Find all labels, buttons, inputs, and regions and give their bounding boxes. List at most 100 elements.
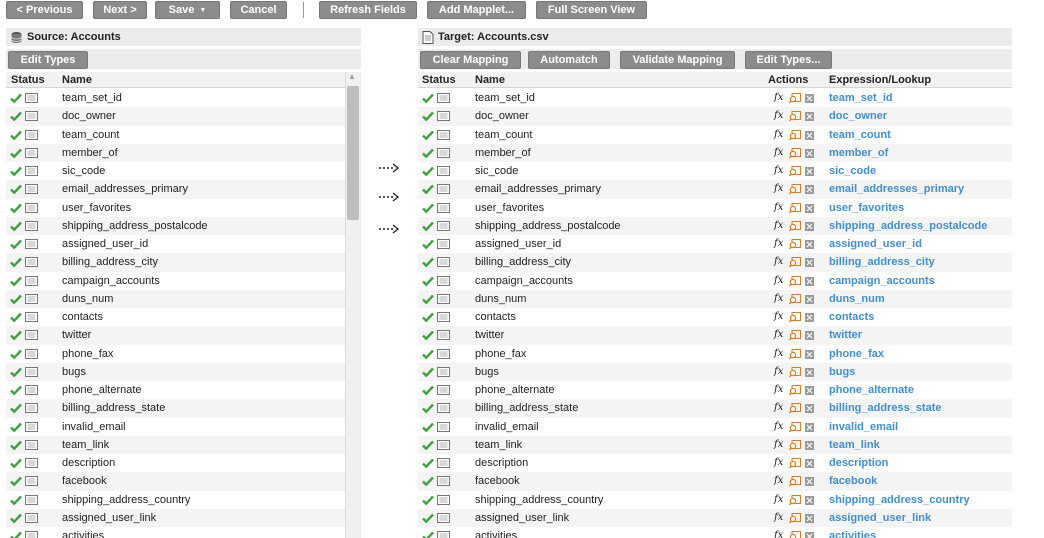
field-details-icon[interactable] — [25, 366, 38, 377]
source-field-row[interactable]: assigned_user_link — [6, 508, 345, 527]
field-details-icon[interactable] — [25, 312, 38, 322]
lookup-icon[interactable] — [789, 439, 801, 451]
field-details-icon[interactable] — [437, 421, 450, 432]
field-details-icon[interactable] — [437, 184, 450, 195]
expression-fx-icon[interactable]: fx — [774, 402, 783, 413]
field-details-icon[interactable] — [25, 476, 38, 487]
source-field-row[interactable]: phone_alternate — [6, 381, 345, 399]
lookup-icon[interactable] — [789, 494, 801, 506]
field-details-icon[interactable] — [437, 147, 450, 158]
expression-lookup-link[interactable]: user_favorites — [829, 202, 904, 214]
field-details-icon[interactable] — [25, 220, 38, 231]
field-details-icon[interactable] — [25, 257, 38, 268]
field-details-icon[interactable] — [437, 458, 450, 468]
field-details-icon[interactable] — [25, 275, 38, 286]
field-details-icon[interactable] — [25, 512, 38, 523]
target-actions-column-header[interactable]: Actions — [768, 74, 808, 86]
expression-fx-icon[interactable]: fx — [774, 92, 783, 103]
field-details-icon[interactable] — [25, 494, 38, 505]
clear-x-icon[interactable] — [805, 513, 814, 523]
clear-x-icon[interactable] — [805, 294, 814, 304]
field-details-icon[interactable] — [25, 330, 38, 341]
refresh-fields-button[interactable]: Refresh Fields — [319, 1, 417, 19]
clear-x-icon[interactable] — [805, 240, 814, 249]
source-field-row[interactable]: team_link — [6, 435, 345, 454]
field-details-icon[interactable] — [25, 184, 38, 195]
field-details-icon[interactable] — [25, 385, 38, 395]
expression-fx-icon[interactable]: fx — [774, 311, 783, 322]
field-details-icon[interactable] — [25, 111, 38, 122]
field-details-icon[interactable] — [437, 239, 450, 249]
field-details-icon[interactable] — [437, 476, 450, 487]
field-details-icon[interactable] — [437, 93, 450, 103]
source-name-column-header[interactable]: Name — [62, 74, 92, 86]
target-field-row[interactable]: billing_address_city fx billing_address_… — [418, 253, 1012, 272]
target-field-row[interactable]: phone_fax fx phone_fax — [418, 345, 1012, 363]
expression-fx-icon[interactable]: fx — [774, 384, 783, 395]
field-details-icon[interactable] — [437, 275, 450, 286]
clear-x-icon[interactable] — [805, 440, 814, 450]
target-field-row[interactable]: team_count fx team_count — [418, 126, 1012, 144]
expression-fx-icon[interactable]: fx — [774, 530, 783, 538]
clear-x-icon[interactable] — [805, 167, 814, 176]
clear-mapping-button[interactable]: Clear Mapping — [420, 51, 521, 69]
source-field-row[interactable]: twitter — [6, 326, 345, 345]
lookup-icon[interactable] — [789, 275, 801, 287]
source-field-row[interactable]: description — [6, 454, 345, 472]
field-details-icon[interactable] — [437, 257, 450, 268]
field-details-icon[interactable] — [437, 220, 450, 231]
expression-fx-icon[interactable]: fx — [774, 238, 783, 249]
target-field-row[interactable]: facebook fx facebook — [418, 472, 1012, 491]
field-details-icon[interactable] — [25, 129, 38, 140]
expression-fx-icon[interactable]: fx — [774, 183, 783, 194]
next-button[interactable]: Next > — [93, 1, 147, 19]
field-details-icon[interactable] — [437, 111, 450, 122]
clear-x-icon[interactable] — [805, 130, 814, 140]
clear-x-icon[interactable] — [805, 331, 814, 341]
source-field-row[interactable]: activities — [6, 527, 345, 538]
clear-x-icon[interactable] — [805, 495, 814, 505]
source-field-row[interactable]: billing_address_state — [6, 399, 345, 418]
field-details-icon[interactable] — [437, 531, 450, 538]
target-field-row[interactable]: assigned_user_id fx assigned_user_id — [418, 235, 1012, 253]
expression-lookup-link[interactable]: team_count — [829, 129, 891, 141]
expression-lookup-link[interactable]: team_link — [829, 439, 880, 451]
target-field-row[interactable]: user_favorites fx user_favorites — [418, 199, 1012, 217]
target-field-row[interactable]: phone_alternate fx phone_alternate — [418, 381, 1012, 399]
lookup-icon[interactable] — [789, 93, 801, 104]
clear-x-icon[interactable] — [805, 367, 814, 377]
clear-x-icon[interactable] — [805, 422, 814, 432]
target-field-row[interactable]: email_addresses_primary fx email_address… — [418, 180, 1012, 199]
cancel-button[interactable]: Cancel — [230, 1, 287, 19]
lookup-icon[interactable] — [789, 202, 801, 214]
field-details-icon[interactable] — [437, 494, 450, 505]
expression-lookup-link[interactable]: phone_alternate — [829, 384, 914, 396]
field-details-icon[interactable] — [25, 147, 38, 158]
validate-mapping-button[interactable]: Validate Mapping — [620, 51, 735, 69]
expression-lookup-link[interactable]: assigned_user_link — [829, 512, 931, 524]
expression-fx-icon[interactable]: fx — [774, 421, 783, 432]
field-details-icon[interactable] — [437, 166, 450, 176]
target-field-row[interactable]: shipping_address_postalcode fx shipping_… — [418, 216, 1012, 235]
source-field-row[interactable]: assigned_user_id — [6, 235, 345, 253]
lookup-icon[interactable] — [789, 458, 801, 469]
source-field-row[interactable]: billing_address_city — [6, 253, 345, 272]
field-details-icon[interactable] — [437, 312, 450, 322]
expression-fx-icon[interactable]: fx — [774, 348, 783, 359]
clear-x-icon[interactable] — [805, 532, 814, 538]
lookup-icon[interactable] — [789, 403, 801, 414]
source-status-column-header[interactable]: Status — [11, 74, 45, 86]
source-field-row[interactable]: sic_code — [6, 162, 345, 180]
clear-x-icon[interactable] — [805, 148, 814, 158]
lookup-icon[interactable] — [789, 184, 801, 195]
field-details-icon[interactable] — [437, 403, 450, 414]
source-edit-types-button[interactable]: Edit Types — [8, 51, 88, 69]
target-field-row[interactable]: activities fx activities — [418, 527, 1012, 538]
target-field-row[interactable]: sic_code fx sic_code — [418, 162, 1012, 180]
expression-lookup-link[interactable]: doc_owner — [829, 110, 887, 122]
expression-lookup-link[interactable]: invalid_email — [829, 421, 898, 433]
clear-x-icon[interactable] — [805, 203, 814, 213]
expression-fx-icon[interactable]: fx — [774, 220, 783, 231]
expression-fx-icon[interactable]: fx — [774, 275, 783, 286]
source-field-row[interactable]: phone_fax — [6, 345, 345, 363]
